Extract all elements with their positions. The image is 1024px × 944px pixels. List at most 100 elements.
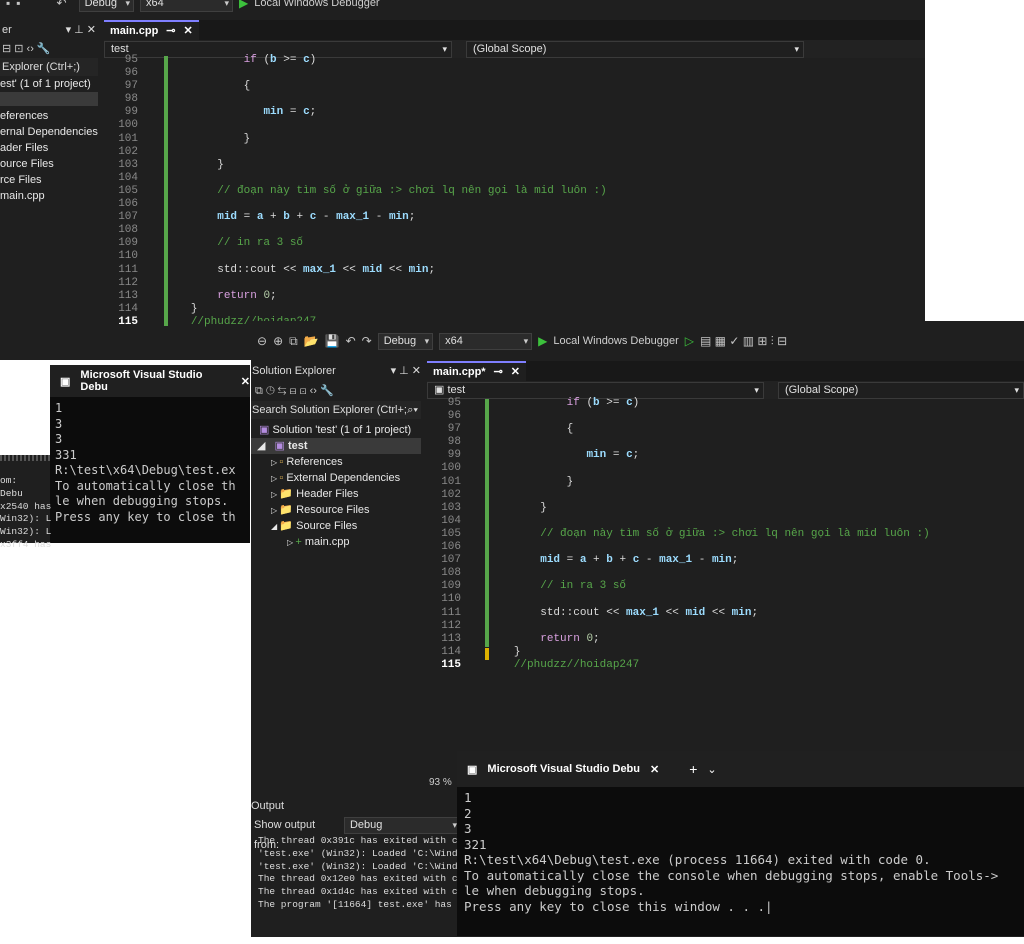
start-without-debug-icon[interactable]: ▷ <box>685 334 694 348</box>
line-number: 96 <box>447 410 461 423</box>
back-code-line: 111 std::cout << max_1 << mid << min; <box>104 264 925 277</box>
front-se-search[interactable]: Search Solution Explorer (Ctrl+;) ⌕▾ <box>251 401 421 419</box>
console-line: 3 <box>464 821 472 836</box>
pin-icon[interactable]: ⊸ <box>166 22 175 40</box>
front-console-title[interactable]: Microsoft Visual Studio Debu <box>487 763 640 775</box>
back-code-line: 104 <box>104 172 925 185</box>
front-scope-right[interactable]: (Global Scope) <box>777 381 1024 399</box>
text-cursor: | <box>765 898 773 914</box>
pin-icon[interactable]: ⊸ <box>494 363 503 381</box>
front-se-item[interactable]: ▷ 📁 Resource Files <box>251 502 421 518</box>
folder-icon: + <box>295 536 305 548</box>
code-token: { <box>513 423 574 436</box>
code-gutter <box>461 397 514 409</box>
front-se-project[interactable]: ◢ ▣ test <box>251 438 421 454</box>
front-config-select[interactable]: Debug <box>377 332 434 350</box>
back-console-close-icon[interactable]: ✕ <box>241 375 250 388</box>
line-number: 95 <box>447 397 461 409</box>
back-code-line: 112 <box>104 277 925 290</box>
save-icon[interactable]: 💾 <box>325 334 340 348</box>
front-tab-main-cpp[interactable]: main.cpp* ⊸ ✕ <box>427 361 527 381</box>
line-number: 112 <box>441 619 461 632</box>
output-text[interactable]: The thread 0x391c has exited with code't… <box>251 835 480 912</box>
front-console-text: 1 2 3 321 R:\test\x64\Debug\test.exe (proces… <box>457 787 1024 917</box>
back-ide-window: ▪ ▪ ↶ Debug x64 ▶ Local Windows Debugger… <box>0 0 925 360</box>
start-debug-icon[interactable]: ▶ <box>239 0 248 10</box>
console-line: le when debugging stops. <box>55 494 229 508</box>
close-tab-icon[interactable]: ✕ <box>184 22 193 40</box>
line-number: 100 <box>441 462 461 475</box>
back-output-line: x3ff4 has <box>0 538 52 550</box>
back-se-item[interactable]: rce Files <box>0 172 98 188</box>
back-config-select[interactable]: Debug <box>78 0 135 12</box>
undo-icon[interactable]: ↶ <box>57 0 67 10</box>
code-token: ; <box>270 289 277 302</box>
front-se-item[interactable]: ▷ ▫ External Dependencies <box>251 470 421 486</box>
front-code-line: 112 <box>427 620 1024 633</box>
line-number: 102 <box>118 145 138 158</box>
front-se-item[interactable]: ◢ 📁 Source Files <box>251 518 421 534</box>
front-se-solution[interactable]: ▣ Solution 'test' (1 of 1 project) <box>251 422 421 438</box>
start-debug-icon[interactable]: ▶ <box>538 334 547 348</box>
save-all-icon[interactable]: ▪ <box>16 0 20 10</box>
line-number: 97 <box>447 423 461 436</box>
front-code-line: 98 <box>427 436 1024 449</box>
back-se-solution[interactable]: est' (1 of 1 project) <box>0 76 98 92</box>
back-console-title[interactable]: Microsoft Visual Studio Debu <box>80 369 230 393</box>
back-se-project[interactable] <box>0 92 98 106</box>
back-code-area[interactable]: 95 if (b >= c) 96 97 {98 99 min = c; 100 1… <box>104 54 925 329</box>
code-token: - <box>692 554 712 567</box>
undo-icon[interactable]: ↶ <box>346 334 356 348</box>
back-se-item[interactable]: ader Files <box>0 140 98 156</box>
code-gutter <box>138 211 191 223</box>
toolbar-misc-icon[interactable]: ▤ ▦ ✓ ▥ ⊞ ⫶ ⊟ <box>700 334 787 349</box>
expand-open-icon[interactable]: ◢ <box>257 440 265 452</box>
front-se-item[interactable]: ▷ + main.cpp <box>251 534 421 550</box>
back-debugger-label[interactable]: Local Windows Debugger <box>254 0 379 9</box>
back-tab-main-cpp[interactable]: main.cpp ⊸ ✕ <box>104 20 199 40</box>
line-number: 111 <box>118 263 138 276</box>
front-code-area[interactable]: 95 if (b >= c) 96 97 {98 99 min = c; 100 1… <box>427 397 1024 672</box>
forward-nav-icon[interactable]: ⊕ <box>273 334 283 348</box>
back-se-item[interactable]: ernal Dependencies <box>0 124 98 140</box>
console-line: 2 <box>464 805 472 821</box>
search-icon[interactable]: ⌕▾ <box>407 401 421 419</box>
new-project-icon[interactable]: ⧉ <box>289 334 298 349</box>
redo-icon[interactable]: ↷ <box>362 334 372 348</box>
front-se-item[interactable]: ▷ 📁 Header Files <box>251 486 421 502</box>
output-title: Output <box>251 800 285 812</box>
front-debugger-label[interactable]: Local Windows Debugger <box>553 335 678 347</box>
line-number: 97 <box>124 80 138 93</box>
front-platform-select[interactable]: x64 <box>439 332 533 350</box>
close-tab-icon[interactable]: ✕ <box>511 363 520 381</box>
back-solution-explorer: er ▾ ⊥ ✕ ⊟ ⊡ ‹› 🔧 Explorer (Ctrl+;) est'… <box>0 20 98 360</box>
tab-dropdown-chevron-icon[interactable]: ⌄ <box>707 763 716 776</box>
code-token: << <box>705 606 732 619</box>
save-icon[interactable]: ▪ <box>6 0 10 10</box>
back-se-item[interactable]: ource Files <box>0 156 98 172</box>
code-token: max_1 <box>659 554 693 567</box>
front-console-close-icon[interactable]: ✕ <box>650 763 659 776</box>
back-platform-select[interactable]: x64 <box>140 0 234 12</box>
output-source-select[interactable]: Debug <box>343 817 461 834</box>
front-se-item[interactable]: ▷ ▫ References <box>251 454 421 470</box>
back-se-search[interactable]: Explorer (Ctrl+;) <box>0 58 98 76</box>
back-se-item[interactable]: main.cpp <box>0 188 98 204</box>
code-token: b <box>593 397 600 409</box>
console-line: R:\test\x64\Debug\test.exe (process 1166… <box>464 852 931 867</box>
new-tab-plus-icon[interactable]: + <box>689 761 697 777</box>
back-se-close-icon[interactable]: ▾ ⊥ ✕ <box>66 20 96 40</box>
code-token: if <box>513 397 587 409</box>
code-token: ; <box>751 606 759 619</box>
open-folder-icon[interactable]: 📂 <box>304 334 319 348</box>
code-token: // đoạn này tìm số ở giữa :> chơi lq nên… <box>190 184 607 197</box>
code-token: mid <box>685 606 706 619</box>
console-line: R:\test\x64\Debug\test.ex <box>55 463 236 477</box>
back-nav-icon[interactable]: ⊖ <box>257 334 267 348</box>
front-se-window-icons[interactable]: ▾ ⊥ ✕ <box>391 361 421 381</box>
front-scope-left[interactable]: ▣ test <box>427 381 764 399</box>
back-se-item[interactable]: eferences <box>0 108 98 124</box>
code-token: + <box>263 211 284 224</box>
back-code-line: 109 // in ra 3 số <box>104 237 925 250</box>
zoom-level[interactable]: 93 % <box>429 777 452 788</box>
